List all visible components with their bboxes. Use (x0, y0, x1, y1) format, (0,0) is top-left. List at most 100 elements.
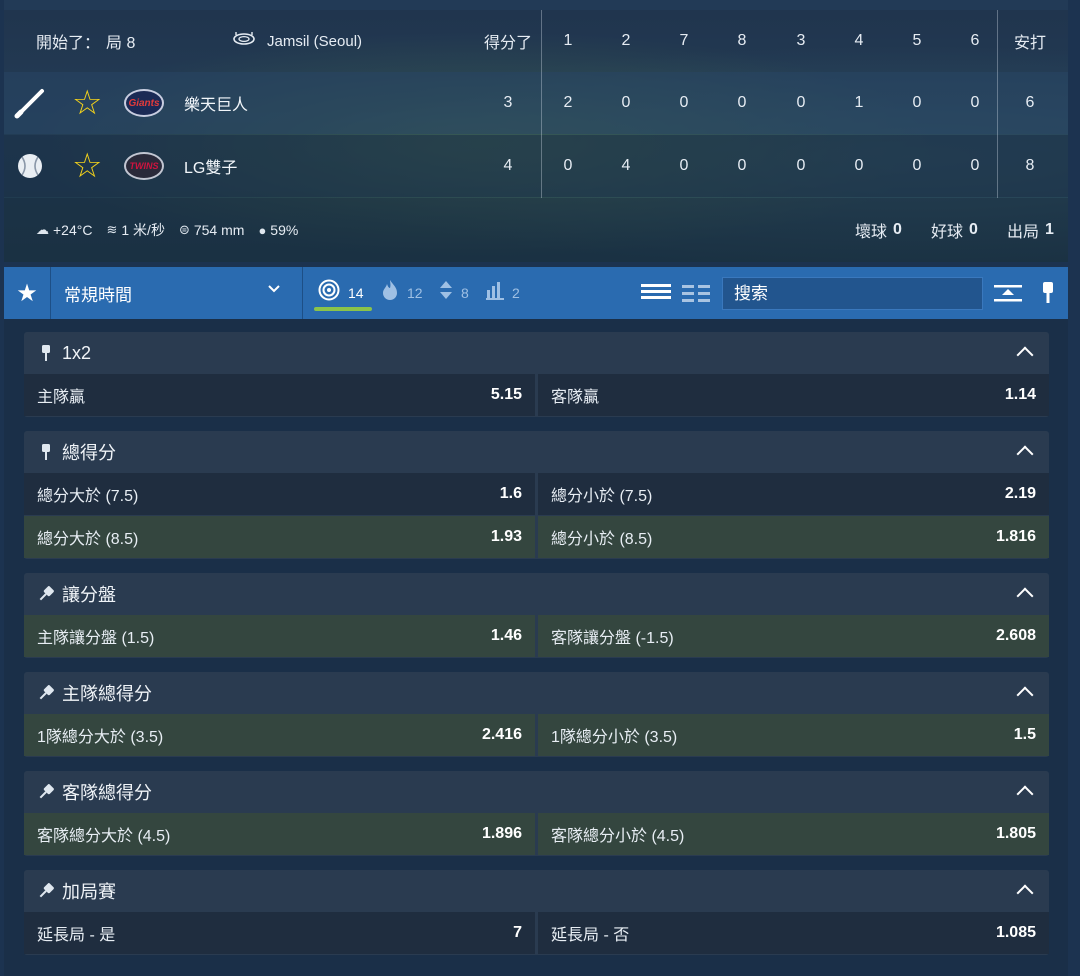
tab-count: 2 (512, 285, 520, 301)
pin-tilt-icon[interactable] (38, 585, 54, 603)
pin-icon[interactable] (1032, 277, 1064, 309)
odds-button[interactable]: 總分小於 (8.5) 1.816 (538, 516, 1049, 558)
humidity: ● 59% (258, 222, 298, 238)
inning-score: 4 (621, 157, 631, 174)
chevron-up-icon[interactable] (1015, 583, 1035, 603)
odds-value: 1.896 (481, 825, 522, 842)
inning-score: 0 (563, 157, 573, 174)
pressure-value: 754 mm (193, 222, 245, 238)
strikes-value: 0 (969, 221, 978, 238)
tab-totals[interactable]: 8 (439, 267, 469, 319)
wind: ≋ 1 米/秒 (106, 220, 164, 240)
chevron-up-icon[interactable] (1015, 342, 1035, 362)
pin-tilt-icon[interactable] (38, 684, 54, 702)
venue-name: Jamsil (Seoul) (267, 32, 363, 50)
market-handicap: 讓分盤 主隊讓分盤 (1.5) 1.46 客隊讓分盤 (-1.5) 2.608 (24, 573, 1049, 658)
market-title: 客隊總得分 (62, 783, 152, 803)
tab-all-markets[interactable]: 14 (318, 267, 364, 319)
scoreboard-header: 開始了： 局 8 Jamsil (Seoul) 得分了 1 2 7 8 3 4 … (4, 10, 1068, 72)
inning-score: 0 (679, 94, 689, 111)
odds-value: 2.416 (481, 726, 522, 743)
odds-label: 延長局 - 否 (551, 927, 630, 944)
odds-button[interactable]: 1隊總分大於 (3.5) 2.416 (24, 714, 535, 756)
top-strip (4, 0, 1068, 10)
inning-score: 0 (796, 157, 806, 174)
chevron-up-icon[interactable] (1015, 880, 1035, 900)
inning-score: 0 (854, 157, 864, 174)
odds-value: 1.14 (1004, 386, 1036, 403)
chevron-up-icon[interactable] (1015, 781, 1035, 801)
grid-view-icon[interactable] (682, 281, 712, 305)
pin-icon[interactable] (38, 344, 54, 362)
inning-score: 0 (970, 94, 980, 111)
tab-popular[interactable]: 12 (381, 267, 423, 319)
odds-value: 1.5 (1013, 726, 1036, 743)
odds-button[interactable]: 延長局 - 否 1.085 (538, 912, 1049, 954)
inning-score: 0 (737, 157, 747, 174)
pressure: ⊜ 754 mm (179, 222, 244, 238)
market-header[interactable]: 客隊總得分 (24, 771, 1049, 813)
market-header[interactable]: 1x2 (24, 332, 1049, 374)
odds-value: 2.19 (1004, 485, 1036, 502)
odds-button[interactable]: 主隊贏 5.15 (24, 374, 535, 416)
market-title: 讓分盤 (62, 585, 116, 605)
hits-header: 安打 (1013, 35, 1046, 52)
market-title: 主隊總得分 (62, 684, 152, 704)
pin-tilt-icon[interactable] (38, 783, 54, 801)
odds-button[interactable]: 客隊總分大於 (4.5) 1.896 (24, 813, 535, 855)
pin-tilt-icon[interactable] (38, 882, 54, 900)
favorites-star-icon[interactable]: ★ (4, 267, 50, 319)
runs-header: 得分了 (483, 35, 532, 52)
market-header[interactable]: 讓分盤 (24, 573, 1049, 615)
odds-label: 總分小於 (8.5) (551, 531, 653, 548)
inning-score: 0 (679, 157, 689, 174)
odds-value: 1.6 (499, 485, 522, 502)
chevron-down-icon[interactable] (266, 281, 282, 302)
odds-button[interactable]: 1隊總分小於 (3.5) 1.5 (538, 714, 1049, 756)
period-select[interactable]: 常規時間 (64, 267, 132, 319)
collapse-all-icon[interactable] (992, 277, 1024, 309)
inning-score: 1 (854, 94, 864, 111)
balls-label: 壞球 (855, 224, 888, 241)
outs-value: 1 (1045, 221, 1054, 238)
odds-label: 總分小於 (7.5) (551, 488, 653, 505)
outs-label: 出局 (1007, 224, 1040, 241)
team-hits: 8 (1025, 157, 1035, 174)
target-icon (318, 279, 340, 307)
chevron-up-icon[interactable] (1015, 682, 1035, 702)
odds-value: 5.15 (490, 386, 522, 403)
active-tab-indicator (314, 307, 372, 311)
list-view-icon[interactable] (641, 281, 671, 305)
odds-button[interactable]: 總分大於 (8.5) 1.93 (24, 516, 535, 558)
market-total-runs: 總得分 總分大於 (7.5) 1.6 總分小於 (7.5) 2.19 總分大於 (8… (24, 431, 1049, 559)
inning-header: 1 (563, 32, 573, 49)
match-status: 開始了： 局 8 (36, 10, 135, 72)
updown-icon (439, 279, 453, 307)
favorite-star-icon[interactable]: ☆ (72, 147, 102, 185)
stadium-icon (233, 32, 255, 50)
market-header[interactable]: 主隊總得分 (24, 672, 1049, 714)
market-header[interactable]: 加局賽 (24, 870, 1049, 912)
odds-button[interactable]: 客隊贏 1.14 (538, 374, 1049, 416)
search-input[interactable] (722, 277, 983, 310)
odds-button[interactable]: 客隊總分小於 (4.5) 1.805 (538, 813, 1049, 855)
favorite-star-icon[interactable]: ☆ (72, 84, 102, 122)
odds-label: 客隊總分小於 (4.5) (551, 828, 685, 845)
pin-icon[interactable] (38, 443, 54, 461)
inning-score: 0 (621, 94, 631, 111)
tab-count: 12 (407, 285, 423, 301)
cloud-sun-icon: ☁ (36, 222, 49, 237)
odds-button[interactable]: 客隊讓分盤 (-1.5) 2.608 (538, 615, 1049, 657)
odds-label: 1隊總分大於 (3.5) (37, 729, 164, 746)
inning-score: 2 (563, 94, 573, 111)
odds-button[interactable]: 延長局 - 是 7 (24, 912, 535, 954)
odds-button[interactable]: 主隊讓分盤 (1.5) 1.46 (24, 615, 535, 657)
odds-label: 客隊總分大於 (4.5) (37, 828, 171, 845)
team-hits: 6 (1025, 94, 1035, 111)
market-header[interactable]: 總得分 (24, 431, 1049, 473)
odds-button[interactable]: 總分小於 (7.5) 2.19 (538, 473, 1049, 515)
odds-button[interactable]: 總分大於 (7.5) 1.6 (24, 473, 535, 515)
tab-stats[interactable]: 2 (486, 267, 520, 319)
chevron-up-icon[interactable] (1015, 441, 1035, 461)
odds-value: 7 (513, 924, 522, 941)
